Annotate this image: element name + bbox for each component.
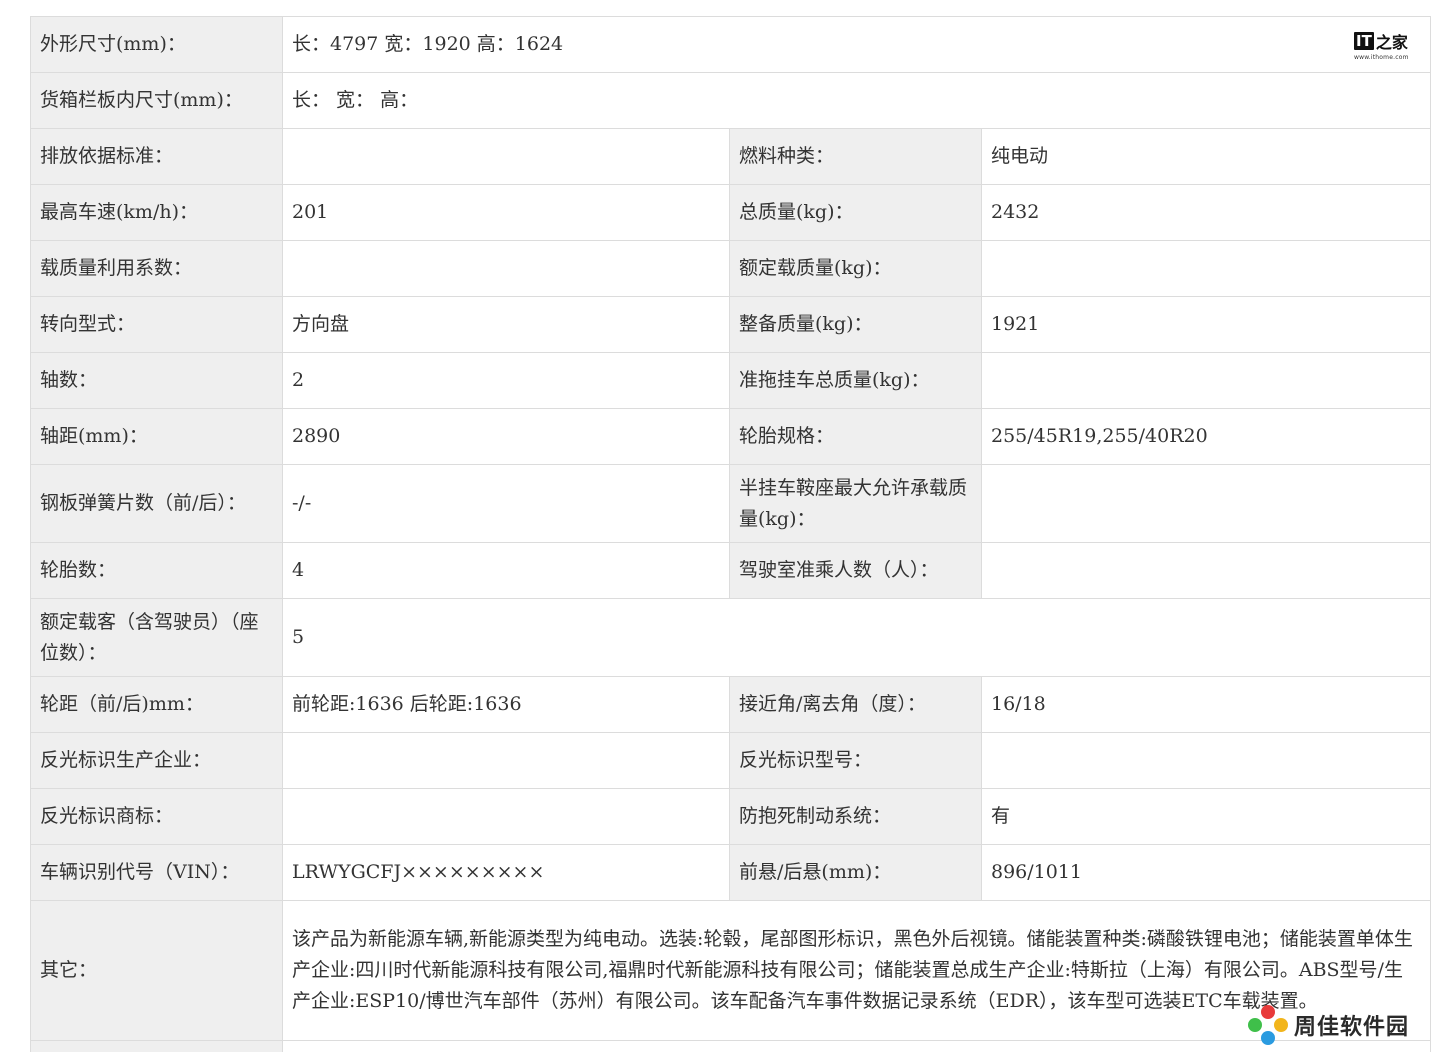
reflector-brand-value [282,788,730,845]
cab-seats-label: 驾驶室准乘人数（人）： [729,542,982,599]
row-spring-saddle: 钢板弹簧片数（前/后）： -/- 半挂车鞍座最大允许承载质量(kg)： [30,464,1432,543]
curb-mass-value: 1921 [980,296,1432,353]
row-wheelbase-tire: 轴距(mm)： 2890 轮胎规格： 255/45R19,255/40R20 [30,408,1432,465]
total-mass-value: 2432 [980,184,1432,241]
overhang-label: 前悬/后悬(mm)： [729,844,982,901]
trailer-mass-value [980,352,1432,409]
wheelbase-label: 轴距(mm)： [30,408,283,465]
abs-value: 有 [980,788,1432,845]
rated-load-label: 额定载质量(kg)： [729,240,982,297]
row-tires-cab: 轮胎数： 4 驾驶室准乘人数（人）： [30,542,1432,599]
tail-label-cell [30,1040,283,1052]
row-passengers: 额定载客（含驾驶员）（座位数）： 5 [30,598,1432,677]
saddle-load-value [980,464,1432,543]
tire-count-label: 轮胎数： [30,542,283,599]
dimensions-label: 外形尺寸(mm)： [30,16,283,73]
fuel-type-label: 燃料种类： [729,128,982,185]
row-load: 载质量利用系数： 额定载质量(kg)： [30,240,1432,297]
max-speed-label: 最高车速(km/h)： [30,184,283,241]
emission-standard-label: 排放依据标准： [30,128,283,185]
vin-value: LRWYGCFJ××××××××× [282,844,730,901]
leaf-spring-label: 钢板弹簧片数（前/后）： [30,464,283,543]
vin-label: 车辆识别代号（VIN）： [30,844,283,901]
cab-seats-value [980,542,1432,599]
load-coefficient-value [282,240,730,297]
passengers-value: 5 [281,598,1432,677]
row-vin-overhang: 车辆识别代号（VIN）： LRWYGCFJ××××××××× 前悬/后悬(mm)… [30,844,1432,901]
ithome-site-text: www.ithome.com [1354,54,1409,61]
row-steering-curb: 转向型式： 方向盘 整备质量(kg)： 1921 [30,296,1432,353]
emission-standard-value [282,128,730,185]
reflector-maker-label: 反光标识生产企业： [30,732,283,789]
track-width-label: 轮距（前/后)mm： [30,676,283,733]
reflector-brand-label: 反光标识商标： [30,788,283,845]
curb-mass-label: 整备质量(kg)： [729,296,982,353]
ithome-it-text: IT [1354,32,1374,50]
ithome-logo: IT 之家 www.ithome.com [1354,28,1414,68]
axle-count-label: 轴数： [30,352,283,409]
total-mass-label: 总质量(kg)： [729,184,982,241]
tire-spec-value: 255/45R19,255/40R20 [980,408,1432,465]
load-coefficient-label: 载质量利用系数： [30,240,283,297]
leaf-spring-value: -/- [282,464,730,543]
trailer-mass-label: 准拖挂车总质量(kg)： [729,352,982,409]
approach-angle-value: 16/18 [980,676,1432,733]
pinwheel-icon [1248,1005,1288,1045]
overhang-value: 896/1011 [980,844,1432,901]
wheelbase-value: 2890 [282,408,730,465]
row-speed-mass: 最高车速(km/h)： 201 总质量(kg)： 2432 [30,184,1432,241]
row-cargo-dimensions: 货箱栏板内尺寸(mm)： 长： 宽： 高： [30,72,1432,129]
row-dimensions: 外形尺寸(mm)： 长：4797 宽：1920 高：1624 [30,16,1432,73]
passengers-label: 额定载客（含驾驶员）（座位数）： [30,598,283,677]
fuel-type-value: 纯电动 [980,128,1432,185]
row-tail [30,1040,1432,1052]
watermark: 周佳软件园 [1246,1002,1436,1048]
row-track-angles: 轮距（前/后)mm： 前轮距:1636 后轮距:1636 接近角/离去角（度）：… [30,676,1432,733]
other-label: 其它： [30,900,283,1041]
vehicle-spec-table: 外形尺寸(mm)： 长：4797 宽：1920 高：1624 货箱栏板内尺寸(m… [30,16,1432,1052]
watermark-text: 周佳软件园 [1294,1015,1410,1040]
ithome-zh-text: 之家 [1375,33,1408,52]
row-reflector-maker: 反光标识生产企业： 反光标识型号： [30,732,1432,789]
reflector-maker-value [282,732,730,789]
cargo-dimensions-label: 货箱栏板内尺寸(mm)： [30,72,283,129]
tire-count-value: 4 [282,542,730,599]
row-reflector-brand-abs: 反光标识商标： 防抱死制动系统： 有 [30,788,1432,845]
row-axles-trailer: 轴数： 2 准拖挂车总质量(kg)： [30,352,1432,409]
rated-load-value [980,240,1432,297]
abs-label: 防抱死制动系统： [729,788,982,845]
reflector-model-value [980,732,1432,789]
row-other: 其它： 该产品为新能源车辆,新能源类型为纯电动。选装:轮毂，尾部图形标识，黑色外… [30,900,1432,1041]
approach-angle-label: 接近角/离去角（度）： [729,676,982,733]
tire-spec-label: 轮胎规格： [729,408,982,465]
reflector-model-label: 反光标识型号： [729,732,982,789]
max-speed-value: 201 [282,184,730,241]
row-emission-fuel: 排放依据标准： 燃料种类： 纯电动 [30,128,1432,185]
steering-type-value: 方向盘 [282,296,730,353]
saddle-load-label: 半挂车鞍座最大允许承载质量(kg)： [729,464,982,543]
dimensions-value: 长：4797 宽：1920 高：1624 [281,16,1432,73]
axle-count-value: 2 [282,352,730,409]
cargo-dimensions-value: 长： 宽： 高： [281,72,1432,129]
steering-type-label: 转向型式： [30,296,283,353]
ithome-mark: IT 之家 [1354,28,1414,54]
track-width-value: 前轮距:1636 后轮距:1636 [282,676,730,733]
